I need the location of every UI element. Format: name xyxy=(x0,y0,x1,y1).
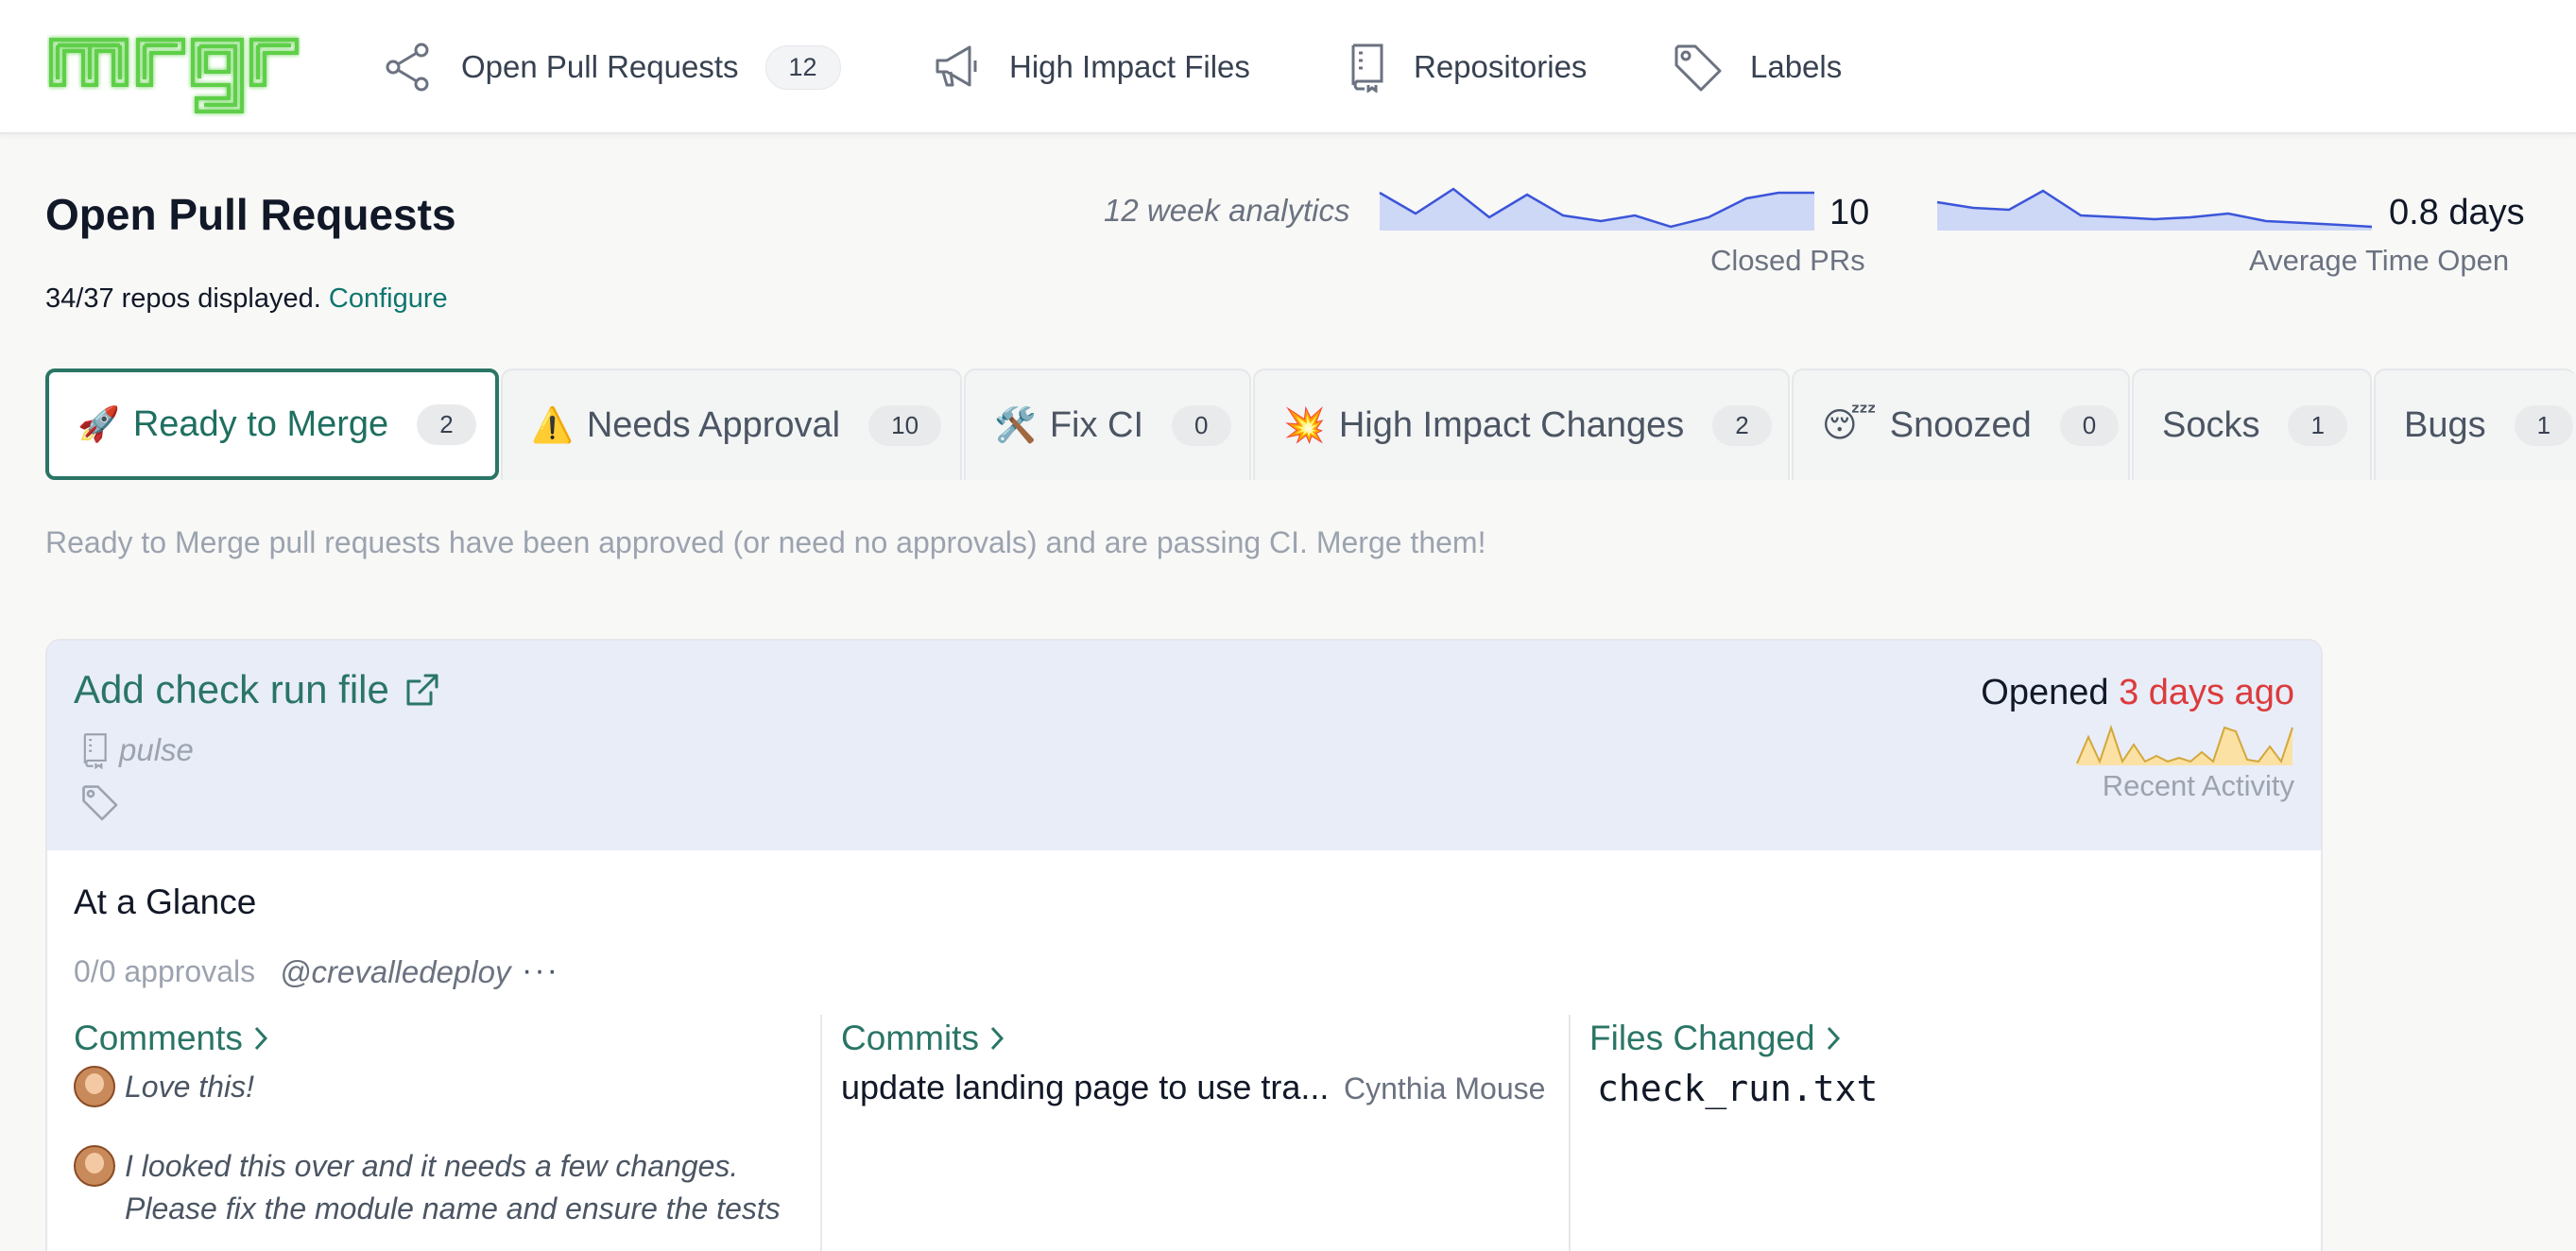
repos-count-text: 34/37 repos displayed. xyxy=(45,283,321,314)
opened-prefix: Opened xyxy=(1981,673,2109,712)
comment-line: Love this! xyxy=(125,1070,254,1104)
tab-snoozed[interactable]: 😴 Snoozed 0 xyxy=(1792,368,2130,480)
nav-high-impact-files[interactable]: High Impact Files xyxy=(932,38,1250,96)
nav-open-pull-requests[interactable]: Open Pull Requests 12 xyxy=(382,38,841,96)
tab-count: 1 xyxy=(2514,404,2574,446)
tag-icon xyxy=(1674,44,1722,92)
chevron-right-icon xyxy=(1827,1026,1840,1051)
warning-icon: ⚠️ xyxy=(531,405,574,444)
repos-displayed: 34/37 repos displayed. Configure xyxy=(45,283,448,315)
column-divider xyxy=(820,1015,822,1251)
tab-count: 0 xyxy=(1172,404,1231,446)
closed-prs-sparkline xyxy=(1379,187,1814,231)
analytics-label: 12 week analytics xyxy=(1104,193,1350,228)
tab-label: Snoozed xyxy=(1889,404,2032,445)
tab-label: Bugs xyxy=(2404,404,2486,445)
tab-fix-ci[interactable]: 🛠️ Fix CI 0 xyxy=(964,368,1251,480)
files-changed-header[interactable]: Files Changed xyxy=(1589,1019,1842,1058)
avatar xyxy=(74,1066,115,1107)
commits-label: Commits xyxy=(841,1019,979,1057)
mrgr-logo[interactable] xyxy=(47,30,301,117)
sleeping-icon: 😴 xyxy=(1822,405,1877,444)
tab-count: 2 xyxy=(417,403,476,445)
repo-name[interactable]: pulse xyxy=(119,732,194,768)
tab-count: 1 xyxy=(2288,404,2347,446)
comment-text: I looked this over and it needs a few ch… xyxy=(125,1145,781,1230)
closed-prs-label: Closed PRs xyxy=(1710,244,1865,277)
pull-request-card: Add check run file pulse Opened 3 days a… xyxy=(45,639,2323,1251)
comment-line: I looked this over and it needs a few ch… xyxy=(125,1149,739,1183)
share-icon xyxy=(386,43,429,92)
top-nav: Open Pull Requests 12 High Impact Files … xyxy=(0,0,2576,134)
avg-time-open-label: Average Time Open xyxy=(2249,244,2510,277)
repo-icon xyxy=(83,733,107,769)
configure-link[interactable]: Configure xyxy=(329,283,448,314)
tools-icon: 🛠️ xyxy=(994,405,1037,444)
tab-label: Needs Approval xyxy=(586,404,841,445)
nav-label: Repositories xyxy=(1414,49,1588,84)
avg-time-open-sparkline xyxy=(1936,189,2373,231)
closed-prs-value: 10 xyxy=(1829,193,1870,232)
chevron-right-icon xyxy=(254,1026,267,1051)
recent-activity-sparkline xyxy=(2076,724,2293,765)
tab-label: Socks xyxy=(2162,404,2260,445)
nav-label: Open Pull Requests xyxy=(461,49,739,84)
pr-title: Add check run file xyxy=(74,667,389,711)
tab-count: 10 xyxy=(868,404,942,446)
tab-description: Ready to Merge pull requests have been a… xyxy=(45,525,1486,559)
tab-bugs[interactable]: Bugs 1 xyxy=(2374,368,2576,480)
tab-high-impact-changes[interactable]: 💥 High Impact Changes 2 xyxy=(1253,368,1790,480)
megaphone-icon xyxy=(936,45,977,87)
files-changed-label: Files Changed xyxy=(1589,1019,1815,1057)
tab-socks[interactable]: Socks 1 xyxy=(2132,368,2372,480)
comment-line: Please fix the module name and ensure th… xyxy=(125,1191,781,1225)
tab-label: High Impact Changes xyxy=(1338,404,1685,445)
at-a-glance-title: At a Glance xyxy=(74,883,257,921)
external-link-icon xyxy=(406,674,438,706)
nav-labels[interactable]: Labels xyxy=(1671,38,1842,96)
tab-ready-to-merge[interactable]: 🚀 Ready to Merge 2 xyxy=(45,368,499,480)
rocket-icon: 🚀 xyxy=(77,404,120,443)
opened-time: Opened 3 days ago xyxy=(1981,673,2294,713)
page-title: Open Pull Requests xyxy=(45,190,456,239)
pr-repo: pulse xyxy=(79,731,194,769)
approvals-count: 0/0 approvals xyxy=(74,954,256,988)
changed-file[interactable]: check_run.txt xyxy=(1597,1068,1878,1109)
comment: I looked this over and it needs a few ch… xyxy=(74,1145,781,1230)
recent-activity-label: Recent Activity xyxy=(2102,769,2294,802)
tab-count: 2 xyxy=(1712,404,1772,446)
collision-icon: 💥 xyxy=(1283,405,1326,444)
avg-time-open-value: 0.8 days xyxy=(2389,193,2525,232)
open-pr-count-badge: 12 xyxy=(764,44,841,90)
comment: Love this! xyxy=(74,1066,254,1108)
nav-repositories[interactable]: Repositories xyxy=(1346,38,1587,96)
avatar xyxy=(74,1145,115,1187)
add-label-tag-icon[interactable] xyxy=(79,782,119,822)
pr-title-link[interactable]: Add check run file xyxy=(74,667,442,712)
tab-label: Fix CI xyxy=(1049,404,1144,445)
more-options-button[interactable]: ··· xyxy=(522,952,559,989)
commit-author: Cynthia Mouse xyxy=(1344,1071,1546,1105)
comments-label: Comments xyxy=(74,1019,243,1057)
nav-label: Labels xyxy=(1750,49,1843,84)
repo-icon xyxy=(1351,43,1383,93)
card-header: Add check run file pulse Opened 3 days a… xyxy=(47,641,2321,850)
chevron-right-icon xyxy=(990,1026,1004,1051)
commits-header[interactable]: Commits xyxy=(841,1019,1005,1058)
comment-text: Love this! xyxy=(125,1066,254,1108)
column-divider xyxy=(1569,1015,1571,1251)
commit-message[interactable]: update landing page to use tra... xyxy=(841,1068,1329,1107)
pr-tabs: 🚀 Ready to Merge 2 ⚠️ Needs Approval 10 … xyxy=(45,368,2576,480)
tab-count: 0 xyxy=(2059,404,2120,446)
opened-ago: 3 days ago xyxy=(2119,673,2294,712)
comments-header[interactable]: Comments xyxy=(74,1019,269,1058)
tab-label: Ready to Merge xyxy=(132,403,389,444)
tab-needs-approval[interactable]: ⚠️ Needs Approval 10 xyxy=(501,368,962,480)
nav-label: High Impact Files xyxy=(1009,49,1250,84)
pr-author[interactable]: @crevalledeploy xyxy=(280,954,510,990)
